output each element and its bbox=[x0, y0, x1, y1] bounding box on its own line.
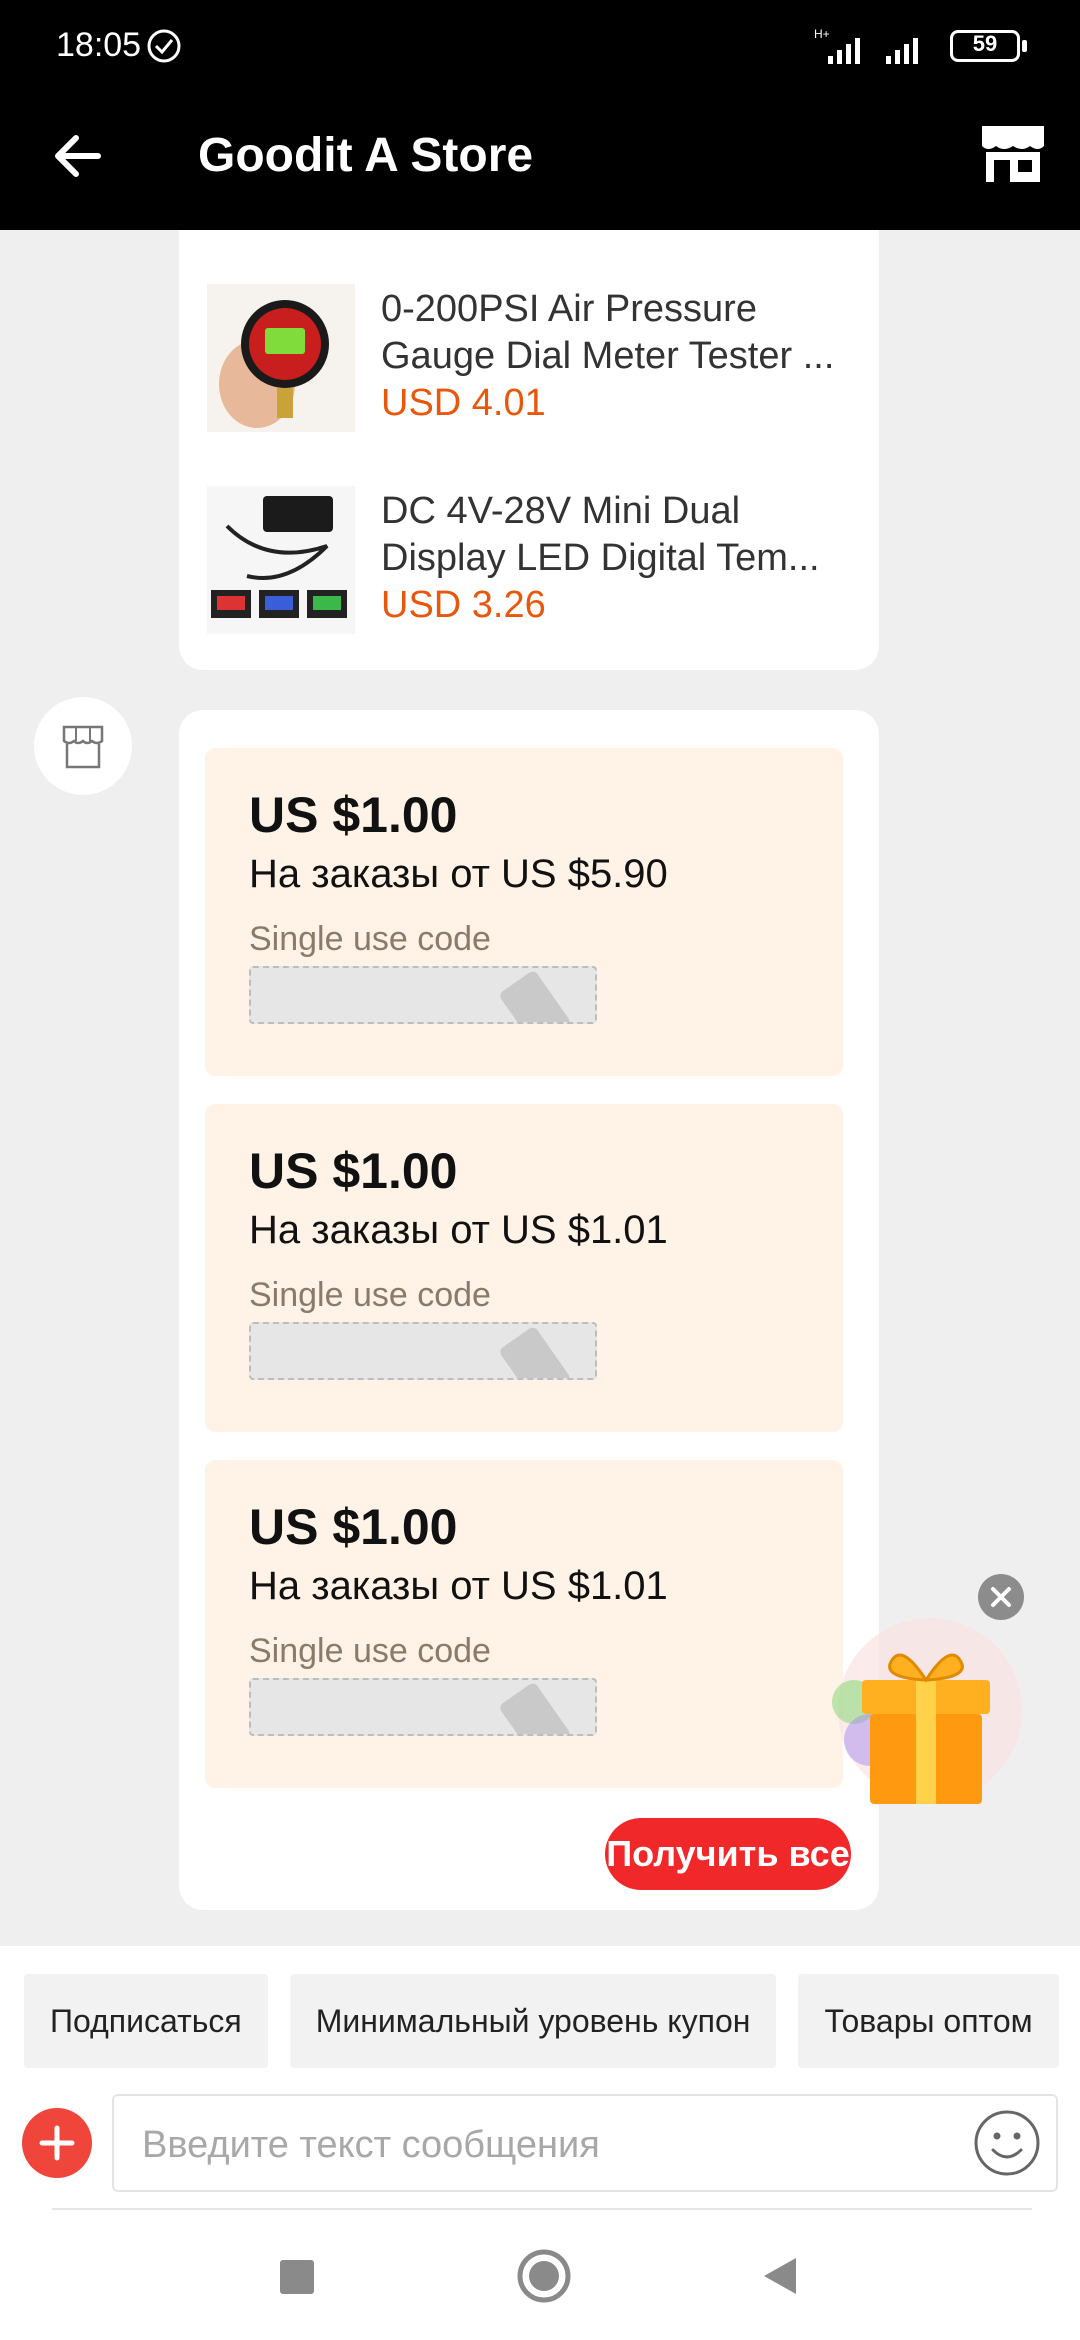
quick-reply-subscribe[interactable]: Подписаться bbox=[24, 1974, 268, 2068]
peel-corner bbox=[498, 969, 572, 1022]
product-name: DC 4V-28V Mini Dual Display LED Digital … bbox=[381, 490, 820, 579]
coupon-note: Single use code bbox=[249, 1276, 491, 1314]
home-button[interactable] bbox=[516, 2248, 572, 2304]
product-thumbnail bbox=[207, 284, 355, 432]
message-input[interactable]: Введите текст сообщения bbox=[112, 2094, 1058, 2192]
back-arrow-icon[interactable] bbox=[50, 128, 106, 184]
product-thumbnail bbox=[207, 486, 355, 634]
product-item[interactable]: 0-200PSI Air Pressure Gauge Dial Meter T… bbox=[207, 284, 857, 434]
message-placeholder: Введите текст сообщения bbox=[142, 2124, 600, 2166]
peel-corner bbox=[498, 1325, 572, 1378]
coupon-code-field[interactable] bbox=[249, 1678, 597, 1736]
coupon-item[interactable]: US $1.00 На заказы от US $1.01 Single us… bbox=[205, 1460, 843, 1788]
product-name: 0-200PSI Air Pressure Gauge Dial Meter T… bbox=[381, 288, 835, 377]
add-attachment-button[interactable] bbox=[22, 2108, 92, 2178]
page-title: Goodit A Store bbox=[198, 129, 534, 182]
coupon-condition: На заказы от US $1.01 bbox=[249, 1564, 668, 1608]
coupon-card: US $1.00 На заказы от US $5.90 Single us… bbox=[179, 710, 879, 1910]
product-item[interactable]: DC 4V-28V Mini Dual Display LED Digital … bbox=[207, 486, 857, 636]
store-avatar[interactable] bbox=[34, 697, 132, 795]
product-price: USD 4.01 bbox=[381, 382, 546, 424]
product-list-card: 0-200PSI Air Pressure Gauge Dial Meter T… bbox=[179, 230, 879, 670]
quick-reply-min-coupon[interactable]: Минимальный уровень купон bbox=[289, 1974, 777, 2068]
coupon-condition: На заказы от US $5.90 bbox=[249, 852, 668, 896]
plus-icon bbox=[39, 2125, 75, 2161]
battery-level: 59 bbox=[972, 31, 998, 56]
status-bar: 18:05 H+ 59 bbox=[0, 0, 1080, 92]
back-nav-button[interactable] bbox=[760, 2254, 800, 2298]
battery-icon: 59 bbox=[950, 30, 1027, 62]
status-time: 18:05 bbox=[56, 26, 142, 64]
coupon-code-field[interactable] bbox=[249, 1322, 597, 1380]
close-icon bbox=[991, 1587, 1011, 1607]
peel-corner bbox=[498, 1681, 572, 1734]
signal-icon: H+ bbox=[814, 27, 918, 64]
divider bbox=[52, 2208, 1032, 2210]
emoji-icon[interactable] bbox=[972, 2108, 1042, 2178]
gift-icon[interactable] bbox=[820, 1610, 1030, 1810]
check-circle-icon bbox=[147, 29, 181, 63]
recent-apps-button[interactable] bbox=[280, 2260, 314, 2294]
coupon-note: Single use code bbox=[249, 1632, 491, 1670]
coupon-code-field[interactable] bbox=[249, 966, 597, 1024]
app-bar: Goodit A Store bbox=[0, 92, 1080, 230]
store-icon[interactable] bbox=[978, 122, 1048, 186]
coupon-item[interactable]: US $1.00 На заказы от US $5.90 Single us… bbox=[205, 748, 843, 1076]
coupon-condition: На заказы от US $1.01 bbox=[249, 1208, 668, 1252]
coupon-item[interactable]: US $1.00 На заказы от US $1.01 Single us… bbox=[205, 1104, 843, 1432]
quick-reply-wholesale[interactable]: Товары оптом bbox=[798, 1974, 1059, 2068]
store-outline-icon bbox=[62, 725, 104, 769]
svg-text:H+: H+ bbox=[814, 27, 830, 41]
product-price: USD 3.26 bbox=[381, 584, 546, 626]
coupon-amount: US $1.00 bbox=[249, 1499, 458, 1555]
get-all-button[interactable]: Получить все bbox=[605, 1818, 851, 1890]
quick-reply-bar: Подписаться Минимальный уровень купон Това… bbox=[24, 1974, 1080, 2068]
coupon-amount: US $1.00 bbox=[249, 1143, 458, 1199]
coupon-note: Single use code bbox=[249, 920, 491, 958]
close-gift-button[interactable] bbox=[978, 1574, 1024, 1620]
coupon-amount: US $1.00 bbox=[249, 787, 458, 843]
